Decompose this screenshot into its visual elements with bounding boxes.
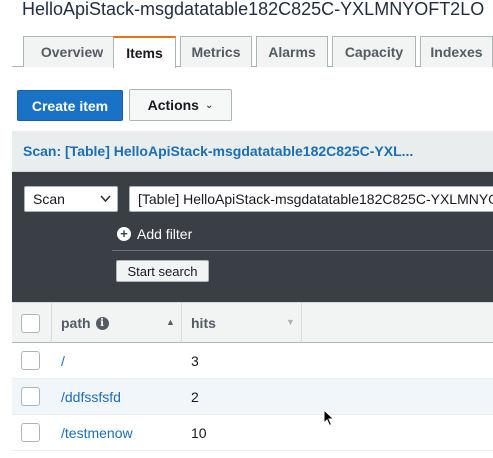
plus-circle-icon: +: [117, 227, 131, 241]
row-checkbox[interactable]: [21, 351, 40, 370]
tab-overview[interactable]: Overview: [23, 36, 121, 67]
table-row[interactable]: / 3: [12, 343, 493, 379]
actions-menu-label: Actions: [147, 97, 199, 113]
column-label-path: path: [61, 315, 91, 331]
chevron-down-icon: ⌄: [204, 99, 214, 111]
divider: [112, 250, 493, 251]
actions-menu-button[interactable]: Actions ⌄: [129, 89, 232, 121]
sort-unsorted-icon[interactable]: ▼: [286, 317, 295, 327]
start-search-button[interactable]: Start search: [116, 260, 209, 282]
select-all-checkbox[interactable]: [21, 314, 40, 333]
path-link[interactable]: /: [61, 353, 65, 369]
add-filter-label: Add filter: [137, 226, 193, 242]
sort-ascending-icon[interactable]: ▲: [166, 317, 175, 327]
path-link[interactable]: /ddfssfsfd: [61, 389, 121, 405]
scan-mode-select[interactable]: Scan: [24, 186, 118, 212]
info-icon[interactable]: i: [95, 316, 109, 330]
table-header: path i ▲ hits ▼: [12, 302, 493, 344]
divider: [301, 303, 302, 344]
hits-value: 2: [191, 389, 199, 405]
divider: [51, 303, 52, 344]
create-item-button[interactable]: Create item: [17, 90, 123, 121]
scan-header: Scan: [Table] HelloApiStack-msgdatatable…: [12, 131, 493, 172]
row-checkbox[interactable]: [21, 387, 40, 406]
scan-panel: Scan [Table] HelloApiStack-msgdatatable1…: [12, 172, 493, 302]
page-title: HelloApiStack-msgdatatable182C825C-YXLMN…: [22, 0, 485, 19]
row-checkbox[interactable]: [21, 423, 40, 442]
scan-mode-value: Scan: [33, 191, 65, 207]
path-link[interactable]: /testmenow: [61, 425, 133, 441]
tab-indexes[interactable]: Indexes: [420, 36, 493, 67]
hits-value: 10: [191, 425, 207, 441]
tab-metrics[interactable]: Metrics: [180, 36, 252, 67]
tab-items[interactable]: Items: [113, 36, 176, 68]
add-filter-button[interactable]: + Add filter: [117, 224, 192, 244]
tab-capacity[interactable]: Capacity: [332, 36, 416, 67]
tab-alarms[interactable]: Alarms: [256, 36, 328, 67]
table-row[interactable]: /testmenow 10: [12, 415, 493, 451]
tab-bar: Overview Items Metrics Alarms Capacity I…: [12, 36, 493, 68]
column-header-hits[interactable]: hits: [191, 315, 216, 331]
table-target-select[interactable]: [Table] HelloApiStack-msgdatatable182C82…: [129, 186, 493, 212]
mouse-cursor-icon: [323, 409, 335, 427]
divider: [181, 303, 182, 344]
table-row[interactable]: /ddfssfsfd 2: [12, 379, 493, 415]
column-header-path[interactable]: path i: [61, 315, 109, 331]
items-table: path i ▲ hits ▼ / 3 /ddfssfsfd 2 /testme…: [12, 302, 493, 451]
column-label-hits: hits: [191, 315, 216, 331]
chevron-down-icon: [100, 194, 111, 206]
table-target-value: [Table] HelloApiStack-msgdatatable182C82…: [138, 191, 493, 207]
hits-value: 3: [191, 353, 199, 369]
